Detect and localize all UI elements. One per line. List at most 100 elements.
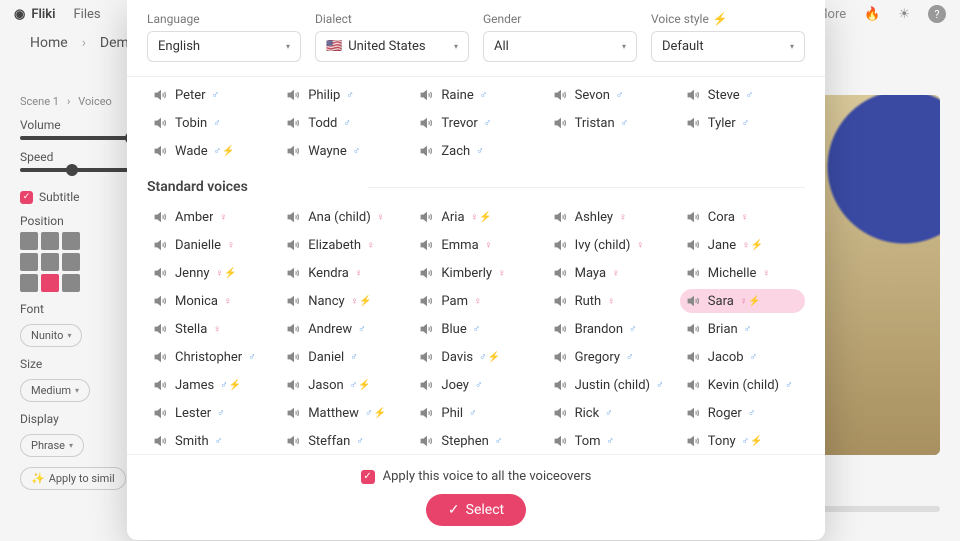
speaker-icon[interactable] xyxy=(286,237,302,253)
speaker-icon[interactable] xyxy=(419,293,435,309)
speaker-icon[interactable] xyxy=(686,209,702,225)
voice-option[interactable]: Raine♂ xyxy=(413,83,538,107)
nav-files[interactable]: Files xyxy=(73,7,100,22)
position-grid[interactable] xyxy=(20,232,130,292)
voice-option[interactable]: Tobin♂ xyxy=(147,111,272,135)
voice-option[interactable]: James♂⚡ xyxy=(147,373,272,397)
voice-option[interactable]: Tyler♂ xyxy=(680,111,805,135)
voice-option[interactable]: Rick♂ xyxy=(547,401,672,425)
voice-option[interactable]: Monica♀ xyxy=(147,289,272,313)
speed-slider[interactable] xyxy=(20,168,130,172)
speaker-icon[interactable] xyxy=(153,405,169,421)
speaker-icon[interactable] xyxy=(419,349,435,365)
speaker-icon[interactable] xyxy=(686,293,702,309)
speaker-icon[interactable] xyxy=(419,377,435,393)
crumb-voiceover[interactable]: Voiceo xyxy=(78,95,112,108)
speaker-icon[interactable] xyxy=(286,143,302,159)
speaker-icon[interactable] xyxy=(153,87,169,103)
voice-option[interactable]: Ashley♀ xyxy=(547,205,672,229)
voice-option[interactable]: Phil♂ xyxy=(413,401,538,425)
voice-option[interactable]: Trevor♂ xyxy=(413,111,538,135)
speaker-icon[interactable] xyxy=(686,115,702,131)
voice-option[interactable]: Stephen♂ xyxy=(413,429,538,453)
voice-option[interactable]: Andrew♂ xyxy=(280,317,405,341)
voice-option[interactable]: Joey♂ xyxy=(413,373,538,397)
voice-option[interactable]: Blue♂ xyxy=(413,317,538,341)
size-select[interactable]: Medium▾ xyxy=(20,379,90,402)
speaker-icon[interactable] xyxy=(153,115,169,131)
speaker-icon[interactable] xyxy=(286,265,302,281)
voice-option[interactable]: Sara♀⚡ xyxy=(680,289,805,313)
display-select[interactable]: Phrase▾ xyxy=(20,434,84,457)
speaker-icon[interactable] xyxy=(553,377,569,393)
voice-option[interactable]: Wade♂⚡ xyxy=(147,139,272,163)
speaker-icon[interactable] xyxy=(419,143,435,159)
voice-option[interactable]: Steffan♂ xyxy=(280,429,405,453)
speaker-icon[interactable] xyxy=(686,237,702,253)
speaker-icon[interactable] xyxy=(419,265,435,281)
speaker-icon[interactable] xyxy=(153,377,169,393)
speaker-icon[interactable] xyxy=(553,237,569,253)
voice-option[interactable]: Pam♀ xyxy=(413,289,538,313)
voice-option[interactable]: Ana (child)♀ xyxy=(280,205,405,229)
speaker-icon[interactable] xyxy=(419,321,435,337)
voice-option[interactable]: Todd♂ xyxy=(280,111,405,135)
speaker-icon[interactable] xyxy=(419,209,435,225)
voice-option[interactable]: Sevon♂ xyxy=(547,83,672,107)
gender-select[interactable]: All▾ xyxy=(483,31,637,62)
voice-option[interactable]: Wayne♂ xyxy=(280,139,405,163)
crumb-home[interactable]: Home xyxy=(30,35,68,51)
speaker-icon[interactable] xyxy=(286,115,302,131)
speaker-icon[interactable] xyxy=(286,87,302,103)
voice-option[interactable]: Jacob♂ xyxy=(680,345,805,369)
speaker-icon[interactable] xyxy=(419,115,435,131)
voice-option[interactable]: Jane♀⚡ xyxy=(680,233,805,257)
video-preview[interactable] xyxy=(820,95,940,455)
voice-option[interactable]: Ruth♀ xyxy=(547,289,672,313)
voice-option[interactable]: Tony♂⚡ xyxy=(680,429,805,453)
fire-icon[interactable]: 🔥 xyxy=(864,7,880,22)
voice-option[interactable]: Brian♂ xyxy=(680,317,805,341)
speaker-icon[interactable] xyxy=(553,433,569,449)
voice-option[interactable]: Amber♀ xyxy=(147,205,272,229)
speaker-icon[interactable] xyxy=(153,209,169,225)
apply-all-checkbox[interactable]: ✓ Apply this voice to all the voiceovers xyxy=(361,469,592,484)
speaker-icon[interactable] xyxy=(553,349,569,365)
select-button[interactable]: ✓ Select xyxy=(426,494,526,526)
voice-option[interactable]: Justin (child)♂ xyxy=(547,373,672,397)
speaker-icon[interactable] xyxy=(286,209,302,225)
speaker-icon[interactable] xyxy=(686,349,702,365)
speaker-icon[interactable] xyxy=(419,237,435,253)
voice-option[interactable]: Jenny♀⚡ xyxy=(147,261,272,285)
voice-option[interactable]: Christopher♂ xyxy=(147,345,272,369)
dialect-select[interactable]: 🇺🇸United States ▾ xyxy=(315,31,469,62)
voice-option[interactable]: Lester♂ xyxy=(147,401,272,425)
voice-option[interactable]: Daniel♂ xyxy=(280,345,405,369)
voice-option[interactable]: Jason♂⚡ xyxy=(280,373,405,397)
volume-slider[interactable] xyxy=(20,136,130,140)
speaker-icon[interactable] xyxy=(686,321,702,337)
voice-option[interactable]: Brandon♂ xyxy=(547,317,672,341)
speaker-icon[interactable] xyxy=(286,405,302,421)
language-select[interactable]: English▾ xyxy=(147,31,301,62)
speaker-icon[interactable] xyxy=(153,349,169,365)
voice-option[interactable]: Steve♂ xyxy=(680,83,805,107)
speaker-icon[interactable] xyxy=(286,433,302,449)
speaker-icon[interactable] xyxy=(553,115,569,131)
speaker-icon[interactable] xyxy=(286,349,302,365)
voice-option[interactable]: Maya♀ xyxy=(547,261,672,285)
speaker-icon[interactable] xyxy=(286,293,302,309)
speaker-icon[interactable] xyxy=(553,87,569,103)
voice-option[interactable]: Smith♂ xyxy=(147,429,272,453)
voice-option[interactable]: Philip♂ xyxy=(280,83,405,107)
voice-option[interactable]: Emma♀ xyxy=(413,233,538,257)
voice-option[interactable]: Matthew♂⚡ xyxy=(280,401,405,425)
speaker-icon[interactable] xyxy=(286,377,302,393)
voice-option[interactable]: Cora♀ xyxy=(680,205,805,229)
voice-option[interactable]: Danielle♀ xyxy=(147,233,272,257)
speaker-icon[interactable] xyxy=(686,433,702,449)
speaker-icon[interactable] xyxy=(553,405,569,421)
voice-option[interactable]: Nancy♀⚡ xyxy=(280,289,405,313)
voice-option[interactable]: Kimberly♀ xyxy=(413,261,538,285)
theme-icon[interactable]: ☀ xyxy=(898,7,910,22)
